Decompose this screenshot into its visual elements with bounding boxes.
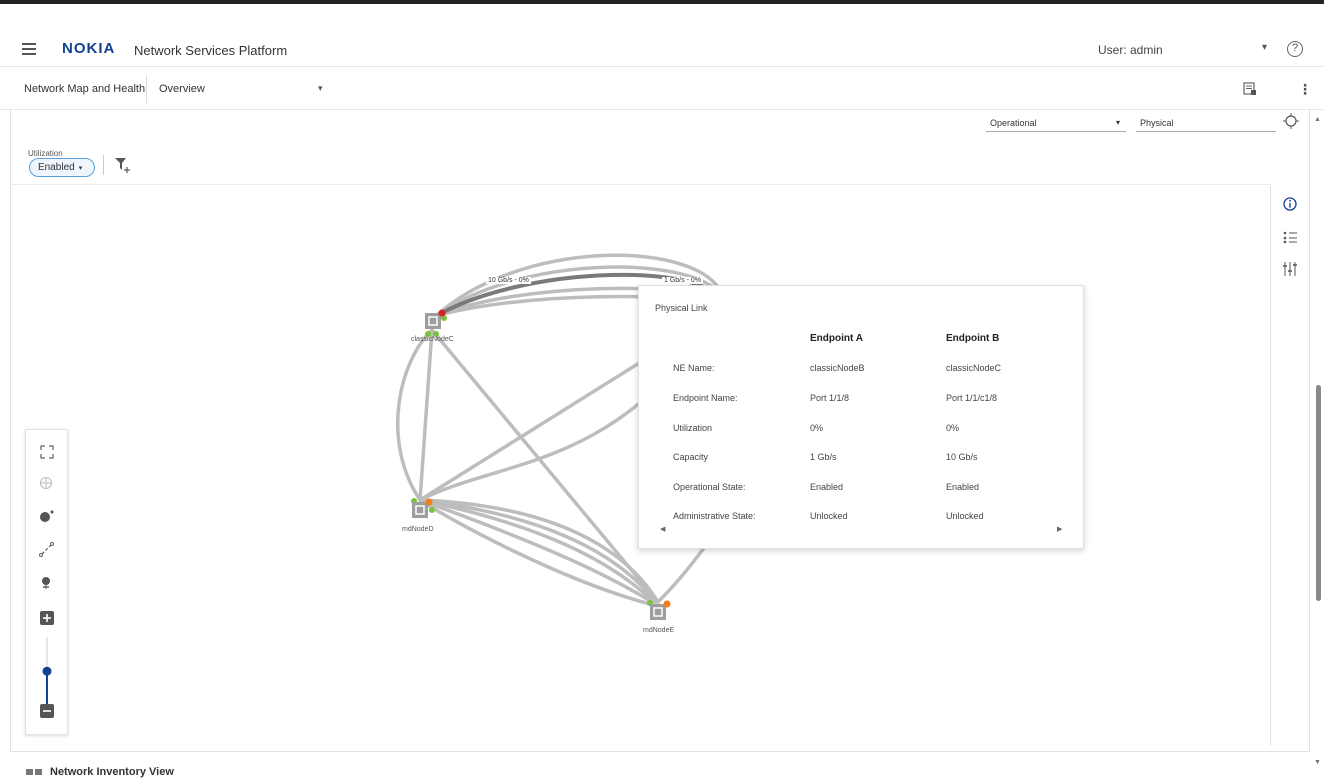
map-link [418,328,434,502]
table-row: Endpoint Name: Port 1/1/8 Port 1/1/c1/8 [655,383,1066,413]
table-row: Utilization 0% 0% [655,413,1066,443]
row-label: Operational State: [673,481,746,492]
sliders-icon[interactable] [1282,261,1298,277]
grid-icon [26,769,42,775]
endpoint-b-value: Port 1/1/c1/8 [946,392,998,403]
info-icon[interactable] [1282,196,1298,212]
endpoint-a-value: Enabled [810,481,844,492]
scroll-down-arrow[interactable]: ▼ [1314,759,1321,766]
link-label: 1 Gb/s - 0% [662,277,703,284]
map-pin-icon[interactable] [38,574,56,592]
inventory-view-title: Network Inventory View [50,766,174,778]
node-label: mdNodeE [643,627,675,634]
node-label: mdNodeD [402,526,434,533]
physical-link-popup: Physical Link Endpoint A Endpoint B NE N… [638,285,1084,549]
endpoint-b-value: classicNodeC [946,363,1002,374]
popup-title: Physical Link [655,303,708,313]
table-row: Administrative State: Unlocked Unlocked [655,502,1066,532]
endpoint-marker [429,507,435,513]
table-row: Operational State: Enabled Enabled [655,472,1066,502]
map-link [418,498,658,604]
fit-screen-icon[interactable] [38,443,56,461]
scroll-right-arrow[interactable]: ▶ [1057,525,1062,533]
row-label: NE Name: [673,363,715,374]
table-row: NE Name: classicNodeB classicNodeC [655,354,1066,384]
endpoint-a-value: Unlocked [810,511,848,522]
link-edit-icon[interactable] [38,541,56,559]
column-header: Endpoint B [946,333,1000,345]
endpoint-a-value: 0% [810,422,824,433]
map-link [418,498,656,604]
grid-globe-icon[interactable] [38,475,56,493]
zoom-in-icon[interactable] [38,609,56,627]
link-label: 10 Gb/s - 0% [486,277,531,284]
endpoint-a-value: 1 Gb/s [810,452,837,463]
node-add-icon[interactable] [38,508,56,526]
list-icon[interactable] [1282,229,1298,245]
endpoint-b-value: 10 Gb/s [946,452,978,463]
endpoint-a-value: classicNodeB [810,363,865,374]
column-header: Endpoint A [810,333,863,345]
map-link [418,348,662,502]
scrollbar-thumb[interactable] [1316,385,1321,601]
row-label: Endpoint Name: [673,392,738,403]
map-link [656,538,712,604]
map-controls [25,429,68,735]
endpoint-a-value: Port 1/1/8 [810,392,850,403]
table-row: Capacity 1 Gb/s 10 Gb/s [655,442,1066,472]
inventory-view-header[interactable]: Network Inventory View [26,766,174,778]
endpoint-b-value: 0% [946,422,960,433]
node-label: classicNodeC [411,336,454,343]
endpoint-b-value: Unlocked [946,511,984,522]
column-header [655,324,810,354]
endpoint-b-value: Enabled [946,481,980,492]
link-details-table: Endpoint A Endpoint B NE Name: classicNo… [655,324,1066,531]
row-label: Administrative State: [673,511,756,522]
row-label: Utilization [673,422,713,433]
table-header-row: Endpoint A Endpoint B [655,324,1066,354]
scroll-left-arrow[interactable]: ◀ [660,525,665,533]
row-label: Capacity [673,452,709,463]
zoom-out-icon[interactable] [38,702,56,720]
